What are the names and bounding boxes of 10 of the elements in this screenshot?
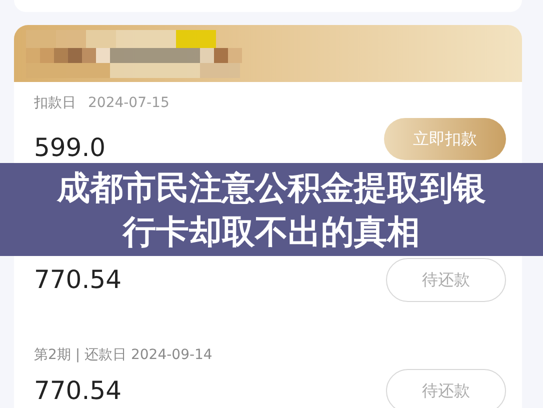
installment-label: 第2期 | 还款日 2024-09-14 — [34, 346, 214, 365]
status-button[interactable]: 待还款 — [386, 369, 506, 408]
deduction-label: 扣款日 — [34, 94, 76, 113]
amount: 599.0 — [34, 132, 106, 164]
amount: 770.54 — [34, 375, 122, 407]
status-button[interactable]: 待还款 — [386, 258, 506, 302]
headline: 成都市民注意公积金提取到银行卡却取不出的真相 — [56, 166, 487, 252]
deduction-date: 2024-07-15 — [88, 94, 170, 113]
amount: 770.54 — [34, 264, 122, 296]
pay-now-button[interactable]: 立即扣款 — [384, 118, 506, 160]
